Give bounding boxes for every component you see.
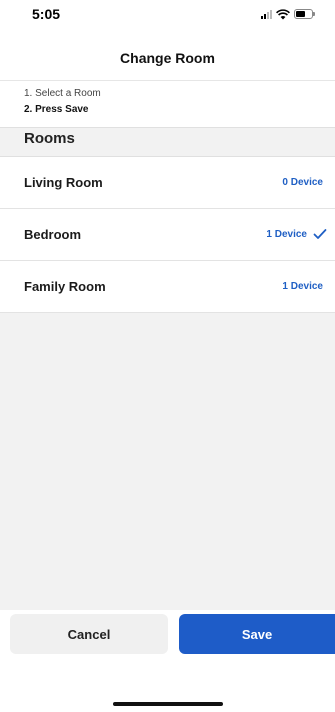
room-name: Living Room [24,175,103,190]
save-button[interactable]: Save [179,614,335,654]
instruction-step-1: 1. Select a Room [24,88,101,99]
device-count: 1 Device [282,281,323,292]
status-time: 5:05 [32,6,61,22]
wifi-icon [276,8,290,19]
room-list: Living Room 0 Device Bedroom 1 Device Fa… [0,156,335,313]
cancel-button[interactable]: Cancel [10,614,168,654]
room-row-living-room[interactable]: Living Room 0 Device [0,157,335,209]
bottom-bar: Cancel Save [0,614,335,712]
battery-icon [294,9,315,19]
rooms-section-header: Rooms [0,128,335,156]
device-count: 1 Device [266,229,307,240]
instructions-panel: 1. Select a Room 2. Press Save [0,80,335,128]
room-row-family-room[interactable]: Family Room 1 Device [0,261,335,313]
change-room-screen: 5:05 Change Room 1. Select a Room 2. Pre… [0,0,335,712]
room-name: Family Room [24,279,106,294]
status-bar: 5:05 [0,0,335,36]
page-title: Change Room [120,50,215,66]
room-name: Bedroom [24,227,82,242]
section-title: Rooms [24,130,75,147]
status-icons [261,8,315,20]
nav-header: Change Room [0,36,335,80]
checkmark-icon [313,229,327,239]
device-count: 0 Device [282,177,323,188]
instruction-step-2: 2. Press Save [24,104,89,115]
home-indicator[interactable] [113,702,223,706]
room-row-bedroom[interactable]: Bedroom 1 Device [0,209,335,261]
cellular-signal-icon [261,9,272,19]
